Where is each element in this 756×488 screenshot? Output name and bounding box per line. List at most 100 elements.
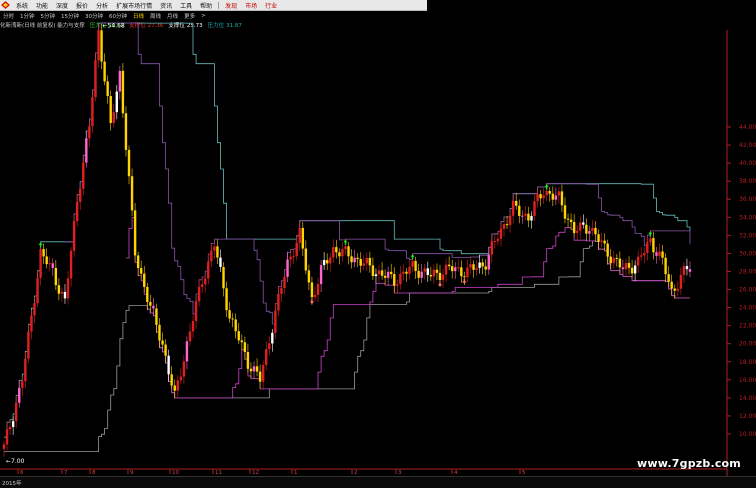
- y-tick-label: 12.00: [739, 413, 756, 420]
- candle-body: [502, 224, 506, 229]
- candle-body: [667, 274, 670, 282]
- candle-body: [82, 162, 85, 189]
- candle-body: [341, 249, 344, 257]
- candle-body: [362, 263, 365, 266]
- candle-body: [42, 249, 45, 257]
- candle-body: [322, 260, 326, 266]
- candle-body: [685, 266, 689, 270]
- candle-body: [88, 126, 91, 139]
- candle-body: [167, 355, 170, 375]
- candle-body: [14, 402, 18, 422]
- candle-body: [676, 288, 680, 291]
- candle-body: [100, 30, 103, 62]
- sell-arrow-icon: [309, 298, 314, 305]
- candle-body: [353, 257, 356, 263]
- candle-body: [359, 258, 362, 266]
- candle-body: [54, 267, 58, 286]
- candle-body: [200, 284, 204, 288]
- candle-body: [170, 374, 173, 386]
- candle-body: [11, 421, 15, 427]
- candle-body: [350, 256, 353, 263]
- candle-body: [185, 341, 189, 362]
- candle-body: [338, 252, 341, 257]
- candle-body: [649, 238, 652, 243]
- candlestick-chart[interactable]: 44.00 42.00 40.00 38.00 36.00 34.00 32.00 30.00…: [0, 0, 756, 476]
- candle-body: [265, 349, 268, 365]
- candle-body: [371, 265, 375, 277]
- sell-arrow-icon: [462, 278, 467, 285]
- candle-body: [670, 281, 673, 289]
- candle-body: [536, 194, 539, 202]
- candle-body: [383, 275, 387, 278]
- candle-body: [118, 70, 122, 92]
- low-price-label: ←7.00: [6, 458, 25, 465]
- y-tick-label: 10.00: [739, 431, 756, 438]
- candle-body: [356, 257, 359, 259]
- candle-body: [310, 282, 314, 298]
- candle-body: [283, 276, 286, 289]
- candle-body: [478, 262, 481, 268]
- y-tick-label: 28.00: [739, 268, 756, 275]
- candle-body: [390, 271, 393, 275]
- candle-body: [438, 272, 442, 281]
- candle-body: [60, 291, 64, 294]
- candle-body: [158, 324, 161, 341]
- candle-body: [591, 227, 594, 232]
- y-tick-label: 38.00: [739, 178, 756, 185]
- candle-body: [48, 263, 51, 265]
- candle-body: [469, 264, 472, 268]
- y-tick-label: 24.00: [739, 305, 756, 312]
- candle-body: [66, 278, 70, 299]
- candle-body: [484, 266, 487, 270]
- candle-body: [216, 246, 219, 258]
- candle-body: [585, 224, 588, 234]
- candle-body: [255, 366, 259, 372]
- candle-body: [575, 230, 579, 233]
- candle-body: [45, 256, 48, 265]
- candle-body: [21, 381, 24, 388]
- candle-body: [457, 267, 460, 269]
- candle-body: [319, 265, 323, 285]
- candle-body: [414, 260, 417, 271]
- candle-body: [344, 246, 347, 250]
- candle-body: [8, 426, 12, 430]
- candle-body: [240, 340, 244, 343]
- candle-body: [179, 376, 183, 381]
- candle-body: [399, 273, 402, 285]
- y-tick-label: 32.00: [739, 232, 756, 239]
- candle-body: [518, 205, 521, 216]
- buy-arrow-icon: [38, 242, 43, 248]
- candle-body: [103, 61, 106, 82]
- candle-body: [466, 267, 469, 278]
- candle-body: [426, 268, 429, 275]
- candle-body: [588, 231, 591, 234]
- candle-body: [527, 213, 530, 221]
- candle-body: [329, 257, 332, 264]
- candle-body: [72, 221, 76, 251]
- candle-body: [511, 200, 515, 216]
- candle-body: [152, 305, 155, 309]
- candle-body: [271, 332, 274, 344]
- candle-body: [548, 190, 551, 194]
- candle-body: [219, 257, 222, 267]
- candle-body: [289, 256, 292, 260]
- candle-body: [39, 249, 42, 279]
- candle-body: [292, 256, 295, 258]
- candle-body: [194, 301, 198, 322]
- candle-body: [191, 321, 195, 332]
- candle-body: [368, 257, 372, 266]
- candle-body: [673, 288, 676, 291]
- candle-body: [27, 331, 30, 359]
- candle-body: [243, 342, 247, 352]
- y-tick-label: 14.00: [739, 395, 756, 402]
- candle-body: [393, 274, 396, 286]
- candle-body: [234, 319, 237, 332]
- candle-body: [51, 263, 54, 268]
- candle-body: [127, 149, 131, 177]
- candle-body: [582, 222, 585, 225]
- candle-body: [600, 240, 603, 242]
- candle-body: [521, 215, 524, 217]
- candle-body: [481, 262, 484, 267]
- y-tick-label: 34.00: [739, 214, 756, 221]
- candle-body: [566, 218, 570, 220]
